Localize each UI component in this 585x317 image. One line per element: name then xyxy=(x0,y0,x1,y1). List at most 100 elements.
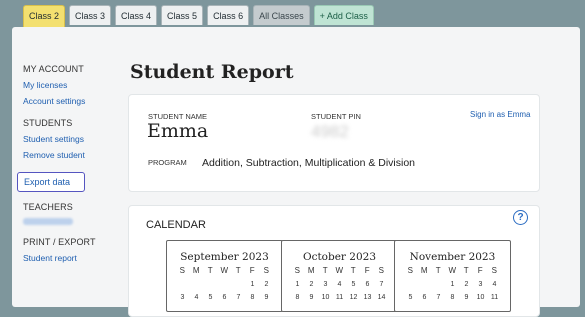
sidebar-heading-teachers: TEACHERS xyxy=(23,202,73,212)
export-data-button[interactable]: Export data xyxy=(17,172,85,192)
calendar-day[interactable]: 6 xyxy=(219,294,231,301)
day-name: T xyxy=(322,266,329,275)
calendar-day[interactable]: 6 xyxy=(419,294,431,301)
sidebar-students: STUDENTS Student settings Remove student xyxy=(23,118,113,160)
day-name: T xyxy=(435,266,442,275)
day-name: M xyxy=(420,266,429,275)
day-name: S xyxy=(263,266,270,275)
sidebar-link-my-licenses[interactable]: My licenses xyxy=(23,80,113,90)
calendar-day[interactable]: 13 xyxy=(362,294,374,301)
sidebar: MY ACCOUNT My licenses Account settings … xyxy=(17,64,113,275)
day-name: T xyxy=(463,266,470,275)
sign-in-as-student-link[interactable]: Sign in as Emma xyxy=(470,110,530,119)
calendar-day[interactable]: 1 xyxy=(292,281,304,288)
add-class-button[interactable]: + Add Class xyxy=(313,5,374,25)
calendar-day[interactable]: 5 xyxy=(405,294,417,301)
calendar-day[interactable]: 5 xyxy=(348,281,360,288)
calendar-day xyxy=(191,281,203,288)
calendar-day[interactable]: 7 xyxy=(376,281,388,288)
calendar-day[interactable]: 3 xyxy=(320,281,332,288)
calendar-day[interactable]: 2 xyxy=(306,281,318,288)
day-name: W xyxy=(335,266,344,275)
calendar-day[interactable]: 12 xyxy=(348,294,360,301)
calendar-day xyxy=(419,281,431,288)
calendar-day xyxy=(405,281,417,288)
calendar-day[interactable]: 4 xyxy=(489,281,501,288)
tab-all-classes[interactable]: All Classes xyxy=(253,5,310,25)
calendar-day[interactable]: 5 xyxy=(205,294,217,301)
tab-class-6[interactable]: Class 6 xyxy=(207,5,250,25)
day-name: W xyxy=(220,266,229,275)
calendar-day[interactable]: 4 xyxy=(191,294,203,301)
day-name: S xyxy=(407,266,414,275)
calendar-day[interactable]: 9 xyxy=(261,294,273,301)
calendar-day xyxy=(233,281,245,288)
sidebar-link-remove-student[interactable]: Remove student xyxy=(23,150,113,160)
calendar-day[interactable]: 9 xyxy=(306,294,318,301)
calendar-day xyxy=(205,281,217,288)
student-name: Emma xyxy=(147,120,209,142)
sidebar-teachers: TEACHERS xyxy=(23,202,113,225)
calendar-day[interactable]: 1 xyxy=(247,281,259,288)
calendar-day[interactable]: 3 xyxy=(475,281,487,288)
day-name: T xyxy=(235,266,242,275)
month-title: September 2023 xyxy=(180,251,269,263)
calendar-day[interactable]: 2 xyxy=(261,281,273,288)
calendar-day[interactable]: 11 xyxy=(334,294,346,301)
calendar-day[interactable]: 3 xyxy=(177,294,189,301)
day-name: F xyxy=(249,266,256,275)
calendar-title: CALENDAR xyxy=(146,219,206,231)
sidebar-heading-my-account: MY ACCOUNT xyxy=(23,64,84,74)
calendar-day[interactable]: 10 xyxy=(475,294,487,301)
page-title: Student Report xyxy=(130,61,294,83)
calendar-day[interactable]: 6 xyxy=(362,281,374,288)
calendar-month-october: October 2023 S M T W T F S 1 2 3 4 5 6 7… xyxy=(281,240,398,312)
month-title: November 2023 xyxy=(409,251,496,263)
calendar-day[interactable]: 1 xyxy=(447,281,459,288)
sidebar-print-export: PRINT / EXPORT Student report xyxy=(23,237,113,263)
calendar-day[interactable]: 10 xyxy=(320,294,332,301)
day-name: S xyxy=(491,266,498,275)
month-grid: S M T W T F S 1 2 3 4 5 6 7 8 9 10 11 xyxy=(395,266,510,301)
calendar-day[interactable]: 11 xyxy=(489,294,501,301)
calendar-day[interactable]: 4 xyxy=(334,281,346,288)
calendar-day xyxy=(433,281,445,288)
sidebar-link-account-settings[interactable]: Account settings xyxy=(23,96,113,106)
sidebar-link-student-settings[interactable]: Student settings xyxy=(23,134,113,144)
calendar-day[interactable]: 8 xyxy=(292,294,304,301)
day-name: S xyxy=(294,266,301,275)
calendar-day[interactable]: 9 xyxy=(461,294,473,301)
day-name: M xyxy=(307,266,316,275)
tab-class-4[interactable]: Class 4 xyxy=(115,5,158,25)
program-label: PROGRAM xyxy=(148,158,187,167)
calendar-day xyxy=(177,281,189,288)
calendar-day xyxy=(219,281,231,288)
day-name: M xyxy=(192,266,201,275)
calendar-day[interactable]: 7 xyxy=(233,294,245,301)
tab-class-5[interactable]: Class 5 xyxy=(161,5,204,25)
sidebar-link-student-report[interactable]: Student report xyxy=(23,253,113,263)
student-pin-label: STUDENT PIN xyxy=(311,112,361,121)
student-pin: 4982 xyxy=(311,122,349,141)
program-value: Addition, Subtraction, Multiplication & … xyxy=(202,157,416,169)
calendar-day[interactable]: 8 xyxy=(247,294,259,301)
day-name: T xyxy=(207,266,214,275)
sidebar-heading-students: STUDENTS xyxy=(23,118,73,128)
day-name: W xyxy=(448,266,457,275)
day-name: S xyxy=(378,266,385,275)
calendar-day[interactable]: 14 xyxy=(376,294,388,301)
teacher-name-redacted[interactable] xyxy=(23,218,73,225)
calendar-day[interactable]: 7 xyxy=(433,294,445,301)
class-tabs: Class 2 Class 3 Class 4 Class 5 Class 6 … xyxy=(23,5,374,30)
day-name: T xyxy=(350,266,357,275)
calendar-day[interactable]: 2 xyxy=(461,281,473,288)
month-grid: S M T W T F S 1 2 3 4 5 6 7 8 9 10 11 12… xyxy=(282,266,397,301)
month-grid: S M T W T F S 1 2 3 4 5 6 7 8 9 xyxy=(167,266,282,301)
calendar-month-september: September 2023 S M T W T F S 1 2 3 4 5 6… xyxy=(166,240,283,312)
calendar-month-november: November 2023 S M T W T F S 1 2 3 4 5 6 … xyxy=(394,240,511,312)
sidebar-my-account: MY ACCOUNT My licenses Account settings xyxy=(23,64,113,106)
calendar-day[interactable]: 8 xyxy=(447,294,459,301)
tab-class-3[interactable]: Class 3 xyxy=(69,5,112,25)
help-circle-icon[interactable]: ? xyxy=(513,210,528,225)
day-name: F xyxy=(364,266,371,275)
